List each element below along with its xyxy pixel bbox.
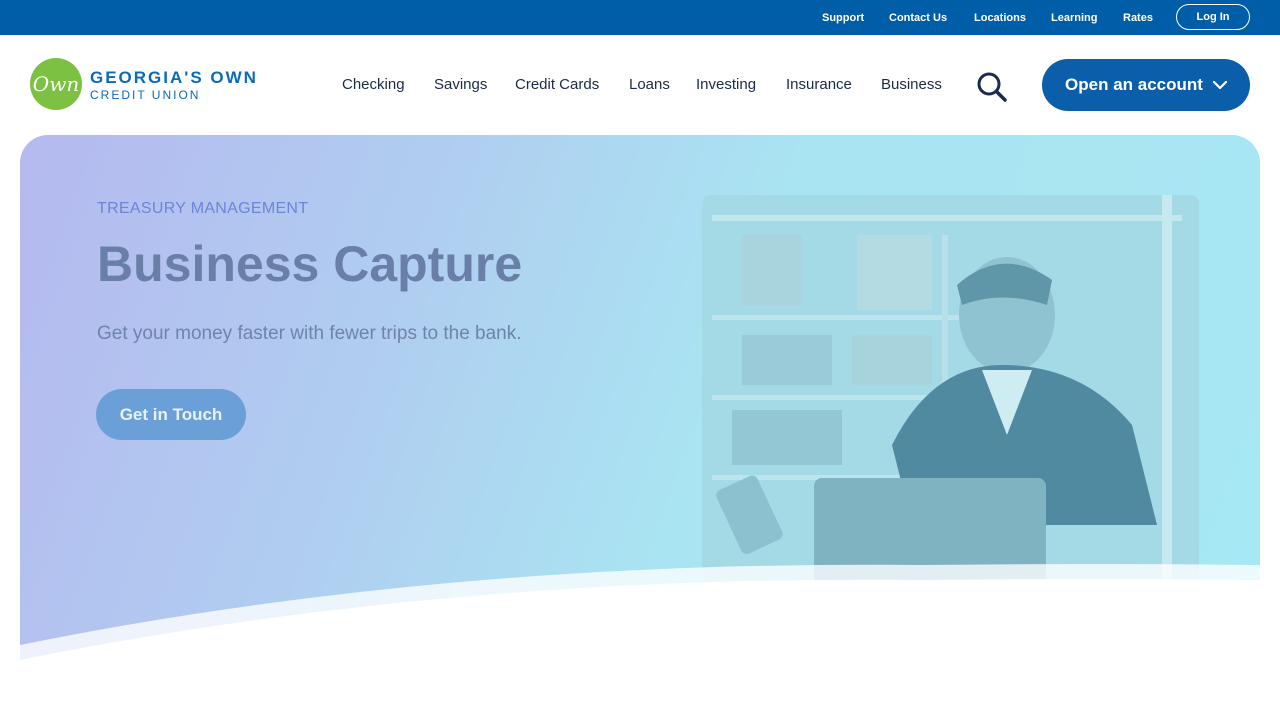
get-in-touch-button[interactable]: Get in Touch	[96, 389, 246, 440]
login-button[interactable]: Log In	[1176, 4, 1250, 30]
logo-subtitle: CREDIT UNION	[90, 88, 201, 102]
utility-link-learning[interactable]: Learning	[1051, 12, 1097, 24]
nav-item-loans[interactable]: Loans	[629, 76, 670, 93]
nav-item-checking[interactable]: Checking	[342, 76, 405, 93]
hero-eyebrow: TREASURY MANAGEMENT	[97, 200, 309, 217]
nav-item-credit-cards[interactable]: Credit Cards	[515, 76, 599, 93]
utility-link-contact-us[interactable]: Contact Us	[889, 12, 947, 24]
nav-item-investing[interactable]: Investing	[696, 76, 756, 93]
nav-item-savings[interactable]: Savings	[434, 76, 487, 93]
page-title: Business Capture	[97, 236, 523, 292]
main-header: Own GEORGIA'S OWN CREDIT UNION Checking …	[0, 35, 1280, 135]
open-account-label: Open an account	[1065, 75, 1203, 94]
nav-item-business[interactable]: Business	[881, 76, 942, 93]
chevron-down-icon	[1212, 75, 1228, 95]
utility-link-locations[interactable]: Locations	[974, 12, 1026, 24]
logo-name: GEORGIA'S OWN	[90, 68, 258, 87]
utility-link-support[interactable]: Support	[822, 12, 864, 24]
open-account-button[interactable]: Open an account	[1042, 59, 1250, 111]
nav-item-insurance[interactable]: Insurance	[786, 76, 852, 93]
search-icon[interactable]	[976, 71, 1008, 103]
hero-subtitle: Get your money faster with fewer trips t…	[97, 323, 522, 344]
logo-mark: Own	[30, 58, 82, 110]
utility-bar: Support Contact Us Locations Learning Ra…	[0, 0, 1280, 35]
hero-section: TREASURY MANAGEMENT Business Capture Get…	[20, 135, 1260, 675]
utility-link-rates[interactable]: Rates	[1123, 12, 1153, 24]
